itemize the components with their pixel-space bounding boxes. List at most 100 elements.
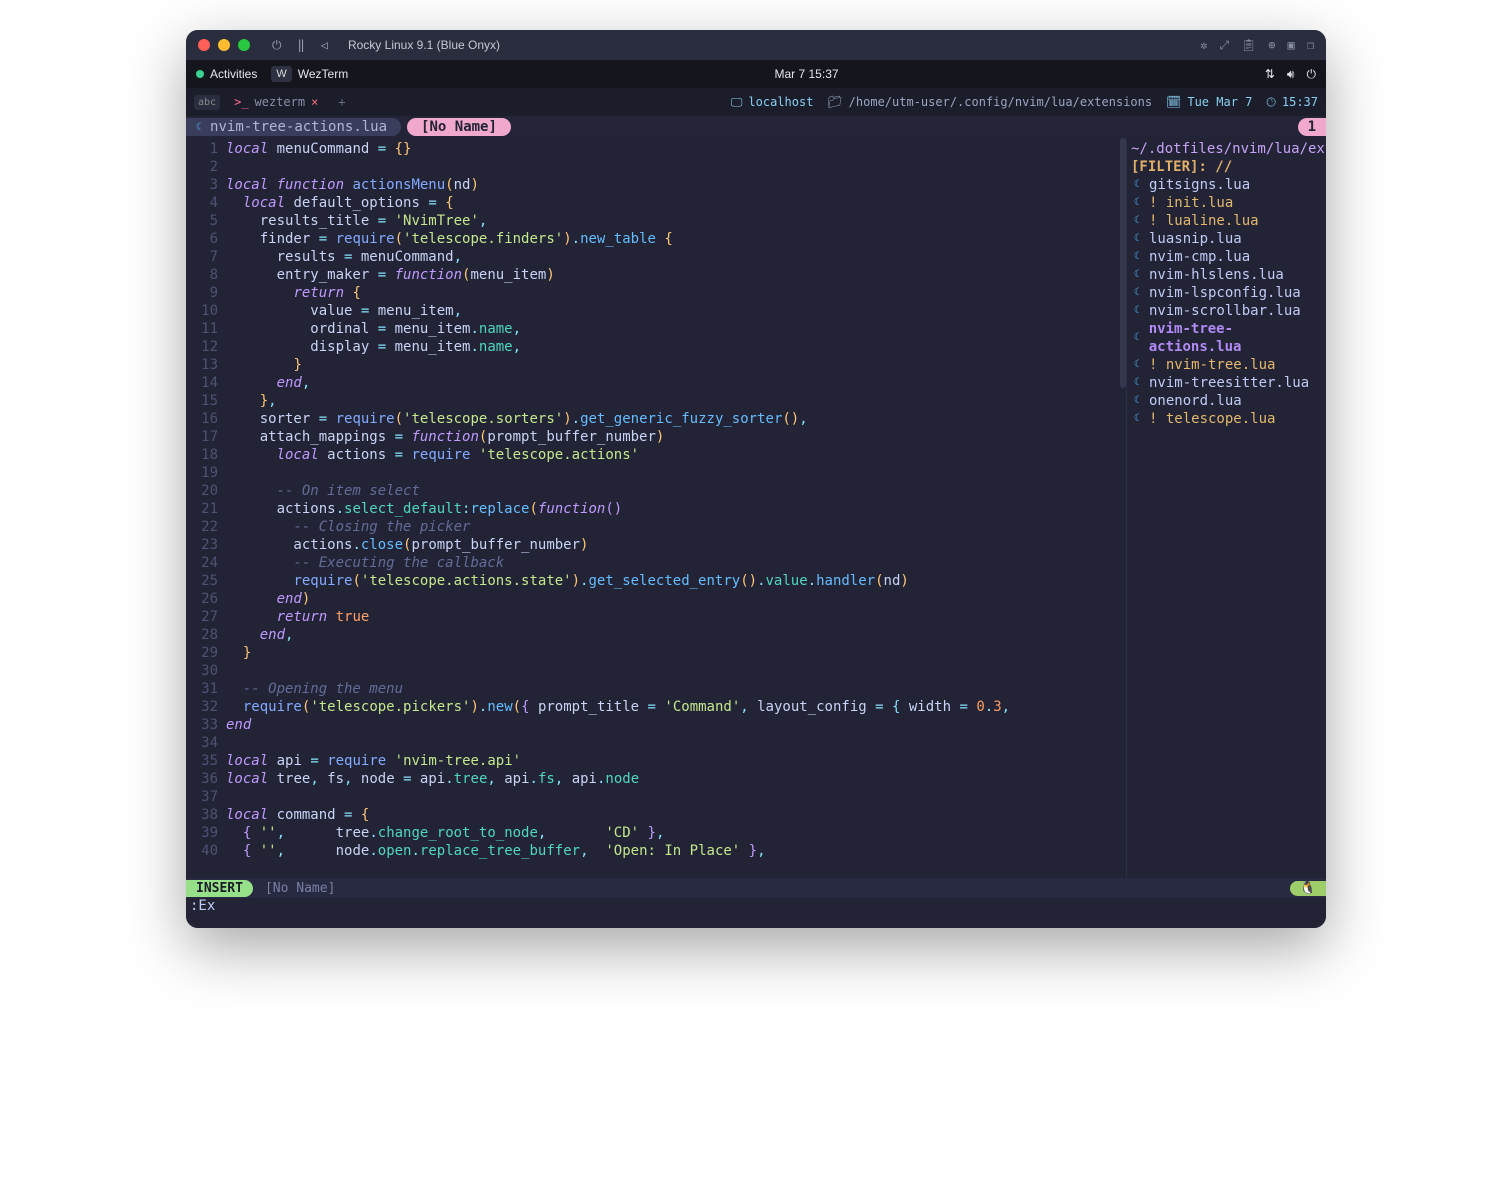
line-number: 38	[186, 806, 218, 824]
tree-file-name: ! lualine.lua	[1149, 212, 1259, 230]
code-line[interactable]: value = menu_item,	[226, 302, 1126, 320]
code-line[interactable]: },	[226, 392, 1126, 410]
code-line[interactable]: finder = require('telescope.finders').ne…	[226, 230, 1126, 248]
code-line[interactable]	[226, 788, 1126, 806]
code-line[interactable]: end,	[226, 626, 1126, 644]
minimize-window-button[interactable]	[218, 39, 230, 51]
volume-icon[interactable]: 🔊︎	[1287, 67, 1295, 82]
tree-file[interactable]: ☾luasnip.lua	[1131, 230, 1322, 248]
line-number: 36	[186, 770, 218, 788]
window-footer	[186, 918, 1326, 928]
back-icon[interactable]: ◁	[317, 38, 332, 52]
window-title: Rocky Linux 9.1 (Blue Onyx)	[348, 38, 500, 52]
scrollbar[interactable]	[1120, 138, 1126, 388]
code-line[interactable]: local api = require 'nvim-tree.api'	[226, 752, 1126, 770]
code-line[interactable]: display = menu_item.name,	[226, 338, 1126, 356]
code-line[interactable]: local tree, fs, node = api.tree, api.fs,…	[226, 770, 1126, 788]
line-number: 21	[186, 500, 218, 518]
tree-file-name: nvim-hlslens.lua	[1149, 266, 1284, 284]
tree-file-name: ! init.lua	[1149, 194, 1233, 212]
tree-file[interactable]: ☾! telescope.lua	[1131, 410, 1322, 428]
line-number: 30	[186, 662, 218, 680]
code-line[interactable]: }	[226, 644, 1126, 662]
code-line[interactable]: return {	[226, 284, 1126, 302]
tree-file-name: nvim-treesitter.lua	[1149, 374, 1309, 392]
code-line[interactable]: -- On item select	[226, 482, 1126, 500]
expand-icon[interactable]: ⤢	[1219, 38, 1229, 53]
code-line[interactable]: local command = {	[226, 806, 1126, 824]
code-line[interactable]: end	[226, 716, 1126, 734]
editor-area[interactable]: 1234567891011121314151617181920212223242…	[186, 138, 1326, 878]
code-line[interactable]: require('telescope.actions.state').get_s…	[226, 572, 1126, 590]
tree-file[interactable]: ☾nvim-treesitter.lua	[1131, 374, 1322, 392]
activities-button[interactable]: Activities	[196, 67, 257, 81]
close-window-button[interactable]	[198, 39, 210, 51]
terminal-tab[interactable]: >_ wezterm ×	[228, 95, 324, 109]
lua-icon: ☾	[1131, 248, 1143, 266]
current-app[interactable]: W WezTerm	[271, 66, 348, 82]
globe-icon[interactable]: ⊕	[1268, 38, 1275, 53]
code-line[interactable]: actions.close(prompt_buffer_number)	[226, 536, 1126, 554]
tree-file[interactable]: ☾! init.lua	[1131, 194, 1322, 212]
tree-file[interactable]: ☾nvim-tree-actions.lua	[1131, 320, 1322, 356]
buffer-tab-2-active[interactable]: [No Name]	[407, 118, 511, 136]
code-line[interactable]: ordinal = menu_item.name,	[226, 320, 1126, 338]
tree-file[interactable]: ☾nvim-hlslens.lua	[1131, 266, 1322, 284]
tree-file[interactable]: ☾nvim-cmp.lua	[1131, 248, 1322, 266]
code-line[interactable]: results_title = 'NvimTree',	[226, 212, 1126, 230]
code-line[interactable]	[226, 662, 1126, 680]
new-tab-button[interactable]: +	[332, 95, 351, 109]
file-tree-sidebar[interactable]: ~/.dotfiles/nvim/lua/exte [FILTER]: // ☾…	[1126, 138, 1326, 878]
code-line[interactable]: local menuCommand = {}	[226, 140, 1126, 158]
code-line[interactable]: }	[226, 356, 1126, 374]
tree-file[interactable]: ☾onenord.lua	[1131, 392, 1322, 410]
app-window: ⏻ ‖ ◁ Rocky Linux 9.1 (Blue Onyx) ✲ ⤢ 📋︎…	[186, 30, 1326, 928]
code-line[interactable]: sorter = require('telescope.sorters').ge…	[226, 410, 1126, 428]
code-line[interactable]: -- Closing the picker	[226, 518, 1126, 536]
power-icon[interactable]: ⏻	[268, 38, 286, 53]
line-number: 13	[186, 356, 218, 374]
network-icon[interactable]: ⇅	[1265, 67, 1275, 81]
code-line[interactable]: attach_mappings = function(prompt_buffer…	[226, 428, 1126, 446]
close-tab-icon[interactable]: ×	[311, 95, 318, 109]
filter-input[interactable]: [FILTER]: //	[1131, 158, 1322, 176]
tree-file[interactable]: ☾nvim-scrollbar.lua	[1131, 302, 1322, 320]
code-line[interactable]	[226, 158, 1126, 176]
nvim-cmdline[interactable]: :Ex	[186, 898, 1326, 918]
line-number: 37	[186, 788, 218, 806]
line-number: 9	[186, 284, 218, 302]
code-line[interactable]: local function actionsMenu(nd)	[226, 176, 1126, 194]
folder-icon[interactable]: ▣	[1288, 38, 1295, 53]
code-line[interactable]: return true	[226, 608, 1126, 626]
code-line[interactable]: -- Executing the callback	[226, 554, 1126, 572]
code-line[interactable]	[226, 464, 1126, 482]
code-line[interactable]: local default_options = {	[226, 194, 1126, 212]
code-line[interactable]: results = menuCommand,	[226, 248, 1126, 266]
tree-file[interactable]: ☾gitsigns.lua	[1131, 176, 1322, 194]
tree-file[interactable]: ☾! nvim-tree.lua	[1131, 356, 1322, 374]
tree-file[interactable]: ☾nvim-lspconfig.lua	[1131, 284, 1322, 302]
line-number: 10	[186, 302, 218, 320]
buffer-tab-1[interactable]: ☾ nvim-tree-actions.lua	[186, 118, 401, 136]
code-line[interactable]: local actions = require 'telescope.actio…	[226, 446, 1126, 464]
clipboard-icon[interactable]: 📋︎	[1241, 38, 1256, 53]
code-line[interactable]: { '', node.open.replace_tree_buffer, 'Op…	[226, 842, 1126, 860]
code-line[interactable]: actions.select_default:replace(function(…	[226, 500, 1126, 518]
code-line[interactable]: -- Opening the menu	[226, 680, 1126, 698]
code-content[interactable]: local menuCommand = {} local function ac…	[226, 138, 1126, 878]
code-line[interactable]: { '', tree.change_root_to_node, 'CD' },	[226, 824, 1126, 842]
code-line[interactable]: entry_maker = function(menu_item)	[226, 266, 1126, 284]
gnome-clock[interactable]: Mar 7 15:37	[775, 67, 839, 81]
code-line[interactable]: end)	[226, 590, 1126, 608]
maximize-window-button[interactable]	[238, 39, 250, 51]
windows-icon[interactable]: ❐	[1307, 38, 1314, 53]
code-line[interactable]: end,	[226, 374, 1126, 392]
line-number: 40	[186, 842, 218, 860]
code-line[interactable]	[226, 734, 1126, 752]
pause-icon[interactable]: ‖	[294, 38, 309, 52]
line-number: 28	[186, 626, 218, 644]
line-number: 20	[186, 482, 218, 500]
tree-file[interactable]: ☾! lualine.lua	[1131, 212, 1322, 230]
power-menu-icon[interactable]: ⏻	[1306, 67, 1316, 82]
code-line[interactable]: require('telescope.pickers').new({ promp…	[226, 698, 1126, 716]
